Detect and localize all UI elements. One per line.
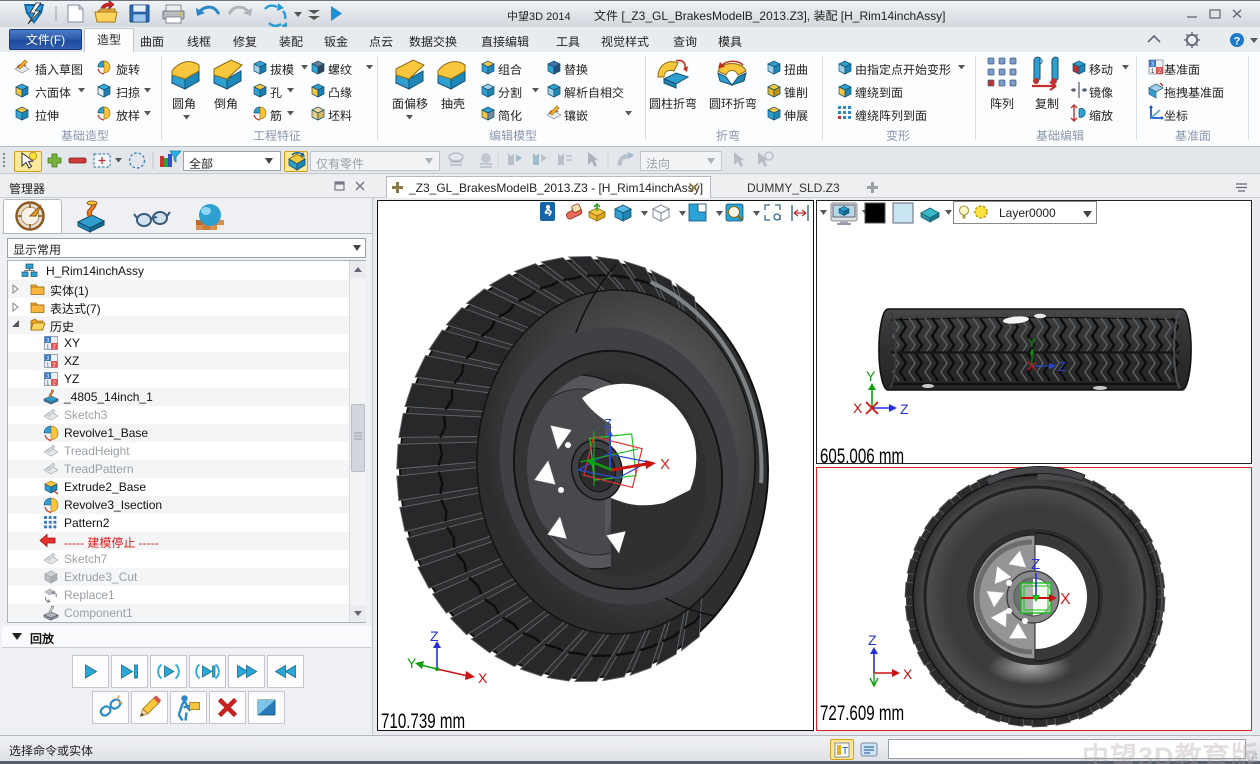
svg-text:Z: Z <box>604 416 612 431</box>
svg-text:Z: Z <box>430 628 439 644</box>
svg-text:X: X <box>1060 591 1071 608</box>
svg-text:X: X <box>903 666 913 682</box>
svg-text:Y: Y <box>866 368 876 384</box>
svg-text:X: X <box>853 400 863 416</box>
svg-text:Z: Z <box>868 632 877 648</box>
svg-text:X: X <box>660 456 670 473</box>
svg-text:Z: Z <box>1058 359 1066 374</box>
svg-text:Y: Y <box>1028 336 1036 350</box>
svg-text:Z: Z <box>900 401 909 417</box>
svg-text:Z: Z <box>1031 556 1040 573</box>
svg-text:X: X <box>478 670 488 686</box>
svg-text:T: T <box>842 746 848 757</box>
svg-text:Y: Y <box>407 655 417 671</box>
